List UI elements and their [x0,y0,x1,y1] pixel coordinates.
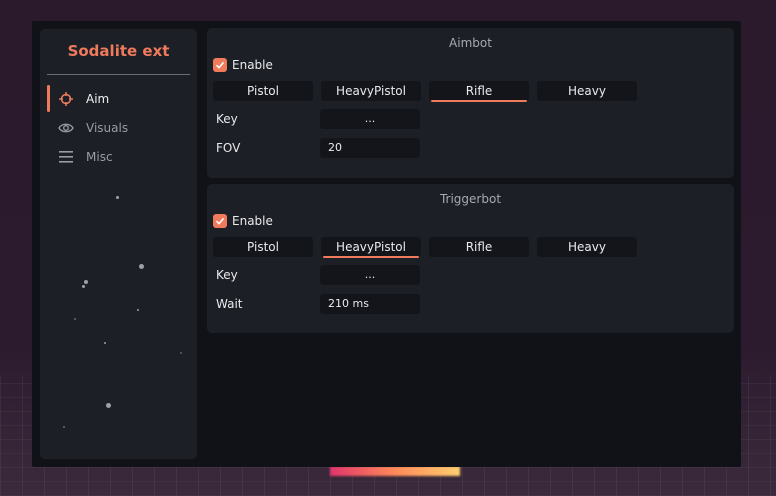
sidebar-nav: Aim Visuals Misc [40,84,197,171]
tab-pistol[interactable]: Pistol [213,81,313,101]
particle-dot [104,342,106,344]
wait-label: Wait [216,297,243,311]
key-label: Key [216,112,238,126]
eye-icon [58,120,74,136]
enable-label: Enable [232,214,273,228]
triggerbot-enable-row: Enable [207,212,734,230]
sidebar-item-label: Misc [86,149,113,164]
tab-heavy[interactable]: Heavy [537,237,637,257]
tab-pistol[interactable]: Pistol [213,237,313,257]
tab-rifle[interactable]: Rifle [429,81,529,102]
particle-dot [63,426,65,428]
triggerbot-key-row: Key ... [207,264,734,286]
key-label: Key [216,268,238,282]
tab-heavy[interactable]: Heavy [537,81,637,101]
triggerbot-weapon-tabs: Pistol HeavyPistol Rifle Heavy [207,237,734,258]
sidebar-item-label: Aim [86,91,110,106]
app-window: Sodalite ext Aim Visuals Misc Aimbot Ena… [32,21,741,467]
app-title: Sodalite ext [67,42,170,60]
aimbot-key-row: Key ... [207,108,734,130]
sidebar-item-misc[interactable]: Misc [40,142,197,171]
particle-dot [116,196,119,199]
tab-heavypistol[interactable]: HeavyPistol [321,237,421,258]
enable-label: Enable [232,58,273,72]
sidebar-item-visuals[interactable]: Visuals [40,113,197,142]
particle-dot [180,352,182,354]
sidebar: Sodalite ext Aim Visuals Misc [40,29,197,459]
sidebar-item-label: Visuals [86,120,129,135]
checkmark-icon [215,61,225,69]
aimbot-key-bind[interactable]: ... [320,109,420,129]
crosshair-icon [58,91,74,107]
main-content: Aimbot Enable Pistol HeavyPistol Rifle H… [207,28,734,333]
particle-dot [84,280,88,284]
triggerbot-wait-row: Wait 210 ms [207,293,734,315]
aimbot-panel: Aimbot Enable Pistol HeavyPistol Rifle H… [207,28,734,178]
aimbot-fov-row: FOV 20 [207,137,734,159]
background-glow [330,466,460,476]
triggerbot-enable-checkbox[interactable] [213,214,227,228]
triggerbot-key-bind[interactable]: ... [320,265,420,285]
sidebar-item-aim[interactable]: Aim [40,84,197,113]
particle-dot [139,264,144,269]
aimbot-enable-checkbox[interactable] [213,58,227,72]
particle-dot [74,318,76,320]
triggerbot-wait-input[interactable]: 210 ms [320,294,420,314]
panel-title: Aimbot [449,36,492,50]
particle-dot [106,403,111,408]
aimbot-enable-row: Enable [207,56,734,74]
menu-icon [58,149,74,165]
aimbot-weapon-tabs: Pistol HeavyPistol Rifle Heavy [207,81,734,102]
sidebar-divider [47,74,190,75]
checkmark-icon [215,217,225,225]
fov-label: FOV [216,141,241,155]
panel-title: Triggerbot [439,192,502,206]
aimbot-fov-input[interactable]: 20 [320,138,420,158]
tab-rifle[interactable]: Rifle [429,237,529,257]
particle-dot [82,285,85,288]
tab-heavypistol[interactable]: HeavyPistol [321,81,421,101]
triggerbot-panel: Triggerbot Enable Pistol HeavyPistol Rif… [207,184,734,333]
particle-dot [137,309,139,311]
